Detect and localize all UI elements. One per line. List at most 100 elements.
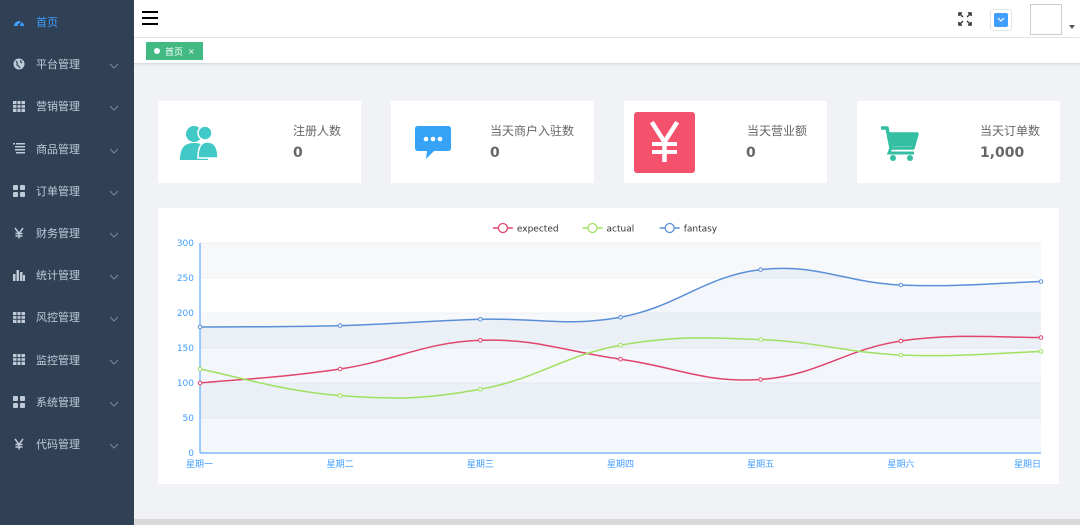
sidebar-item[interactable]: 监控管理 (0, 339, 134, 381)
yen-icon (13, 227, 25, 239)
globe-icon (13, 58, 25, 70)
chevron-down-icon (109, 59, 119, 69)
sidebar-item[interactable]: 营销管理 (0, 85, 134, 127)
sidebar-item[interactable]: 系统管理 (0, 381, 134, 423)
tag-home[interactable]: 首页 × (146, 42, 203, 60)
y-tick-label: 50 (183, 414, 195, 424)
y-tick-label: 150 (177, 344, 194, 354)
x-tick-label: 星期日 (1014, 459, 1041, 470)
users-icon (178, 121, 222, 165)
grid-icon (13, 395, 25, 408)
chevron-down-icon (109, 355, 119, 365)
line-chart: 0 50 100 150 200 250 300 星期一 星期二 星期三 星期四 星期五 星期六 星期日 e… (158, 208, 1059, 484)
data-point-fantasy (898, 282, 904, 288)
legend-marker-expected (497, 222, 509, 234)
card-daily-orders[interactable]: 当天订单数 1,000 (857, 101, 1060, 183)
x-tick-label: 星期一 (186, 459, 213, 470)
bar-chart-icon (13, 269, 25, 282)
legend-marker-actual (587, 222, 598, 234)
close-icon[interactable]: × (188, 47, 195, 56)
hamburger-icon[interactable] (142, 11, 158, 25)
data-point-expected (197, 380, 203, 386)
caret-down-icon[interactable] (1069, 25, 1075, 29)
card-title: 当天订单数 (979, 124, 1040, 138)
legend-marker-fantasy (664, 222, 675, 234)
chevron-down-icon (109, 186, 119, 196)
data-point-fantasy (197, 324, 203, 330)
data-point-actual (758, 337, 763, 342)
sidebar-item[interactable]: 首页 (0, 1, 134, 43)
data-point-expected (618, 356, 623, 362)
table-icon (13, 100, 25, 112)
tags-view: 首页 × (134, 38, 1080, 64)
table-icon (13, 354, 25, 366)
sidebar: 首页平台管理营销管理商品管理订单管理财务管理统计管理风控管理监控管理系统管理代码… (0, 0, 134, 525)
data-point-fantasy (478, 317, 483, 322)
chevron-down-icon (109, 144, 119, 154)
y-tick-label: 0 (188, 449, 194, 459)
navbar (134, 0, 1080, 38)
y-tick-label: 200 (177, 309, 194, 319)
sidebar-item-label: 风控管理 (36, 311, 80, 325)
chevron-down-icon (109, 439, 119, 449)
horizontal-scrollbar[interactable] (134, 519, 1080, 525)
data-point-fantasy (1038, 279, 1044, 284)
grid-band (200, 243, 1041, 278)
table-icon (13, 311, 25, 323)
sidebar-item[interactable]: 财务管理 (0, 212, 134, 254)
y-tick-label: 100 (177, 379, 194, 389)
sidebar-item-label: 首页 (36, 16, 58, 29)
y-tick-label: 250 (177, 274, 194, 284)
card-merchant-entries[interactable]: 当天商户入驻数 0 (391, 101, 594, 183)
data-point-actual (618, 342, 623, 348)
chevron-down-icon (109, 101, 119, 112)
sidebar-item[interactable]: 风控管理 (0, 296, 134, 338)
list-icon (13, 143, 25, 155)
x-tick-label: 星期二 (327, 459, 354, 470)
legend-label-expected: expected (517, 225, 559, 235)
sidebar-item-label: 统计管理 (36, 269, 80, 283)
chevron-down-icon (109, 228, 119, 238)
card-value: 0 (746, 145, 756, 161)
sidebar-item-label: 代码管理 (36, 438, 80, 451)
data-point-actual (197, 366, 203, 372)
sidebar-item-label: 商品管理 (36, 142, 80, 156)
sidebar-item-label: 系统管理 (36, 395, 80, 409)
data-point-actual (898, 352, 904, 358)
grid-icon (13, 184, 25, 197)
sidebar-item[interactable]: 代码管理 (0, 423, 134, 465)
data-point-expected (898, 338, 904, 344)
sidebar-item-label: 监控管理 (36, 353, 80, 367)
x-tick-label: 星期三 (467, 459, 494, 470)
avatar[interactable] (1030, 4, 1062, 35)
active-dot-icon (154, 48, 160, 54)
chevron-down-icon (109, 397, 119, 407)
card-title: 当天营业额 (746, 124, 807, 138)
sidebar-item[interactable]: 订单管理 (0, 170, 134, 212)
theme-color-picker[interactable] (990, 9, 1012, 31)
card-value: 0 (293, 145, 303, 161)
card-daily-revenue[interactable]: 当天营业额 0 (624, 101, 827, 183)
sidebar-item[interactable]: 平台管理 (0, 43, 134, 85)
sidebar-item[interactable]: 商品管理 (0, 128, 134, 170)
card-title: 注册人数 (292, 124, 341, 138)
x-tick-label: 星期五 (747, 459, 774, 470)
legend-label-fantasy: fantasy (684, 225, 718, 235)
card-value: 1,000 (980, 145, 1025, 161)
x-tick-label: 星期四 (607, 459, 634, 470)
sidebar-item-label: 营销管理 (36, 100, 80, 114)
sidebar-item-label: 平台管理 (36, 58, 80, 72)
line-chart-svg: 0 50 100 150 200 250 300 星期一 星期二 星期三 星期四 星期五 星期六 星期日 e… (177, 222, 1044, 470)
sidebar-item[interactable]: 统计管理 (0, 254, 134, 296)
chevron-down-icon (994, 13, 1008, 27)
sidebar-item-label: 订单管理 (36, 184, 80, 198)
card-registered-users[interactable]: 注册人数 0 (158, 101, 361, 183)
data-point-actual (337, 393, 343, 398)
y-tick-label: 300 (177, 239, 194, 249)
card-title: 当天商户入驻数 (489, 124, 574, 138)
data-point-fantasy (758, 267, 763, 272)
legend-label-actual: actual (607, 225, 635, 235)
data-point-fantasy (337, 323, 343, 328)
data-point-expected (478, 338, 483, 343)
fullscreen-icon[interactable] (958, 12, 972, 26)
